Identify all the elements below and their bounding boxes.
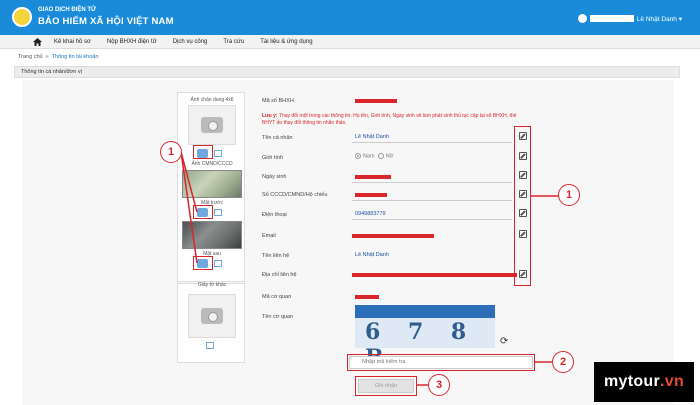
gender-male-label: Nam	[363, 153, 375, 160]
home-icon[interactable]	[30, 35, 44, 49]
photo-column: Ảnh chân dung 4x6 Ảnh CMND/CCCD Mặt trướ…	[177, 92, 245, 282]
user-menu[interactable]: Lê Nhật Danh ▾	[577, 14, 682, 23]
dob-underline	[352, 182, 512, 183]
nav-item-ke-khai[interactable]: Kê khai hồ sơ	[54, 39, 91, 45]
nav-item-tai-lieu[interactable]: Tài liệu & ứng dụng	[260, 39, 312, 45]
info-note: Lưu ý: Thay đổi một trong các thông tin:…	[262, 113, 517, 127]
phone-underline	[352, 219, 512, 220]
contact-name-value: Lê Nhật Danh	[355, 252, 389, 258]
user-avatar-icon	[577, 14, 587, 23]
phone-value: 0949883779	[355, 211, 386, 217]
brand-subtitle: GIAO DỊCH ĐIỆN TỬ	[38, 7, 96, 13]
contact-name-label: Tên liên hệ	[262, 253, 290, 259]
redacted-dob	[355, 175, 391, 179]
breadcrumb: Trang chủ » Thông tin tài khoản	[18, 54, 98, 60]
other-docs-label: Giấy tờ khác	[197, 282, 227, 288]
redacted-id-number	[355, 193, 387, 197]
gender-female-label: Nữ	[385, 153, 394, 160]
other-docs-column: Giấy tờ khác	[177, 282, 245, 363]
gender-female-radio[interactable]	[377, 153, 384, 159]
id-underline	[352, 200, 512, 201]
annotation-box-edit-icons	[514, 126, 531, 286]
id-number-label: Số CCCD/CMND/Hộ chiếu	[262, 192, 328, 198]
captcha-noise-band	[355, 305, 495, 318]
id-front-photo[interactable]	[182, 170, 242, 198]
redacted-agency-code	[355, 295, 379, 299]
nav-item-tra-cuu[interactable]: Tra cứu	[223, 39, 244, 45]
view-front-icon[interactable]	[214, 209, 222, 216]
gender-label: Giới tính	[262, 155, 284, 161]
name-label: Tên cá nhân	[262, 135, 293, 141]
captcha-image: 6 7 8 B	[355, 305, 495, 371]
redacted-email	[352, 234, 434, 238]
annotation-marker-1-left: 1	[160, 141, 182, 163]
annotation-box-portrait-upload	[193, 145, 213, 159]
bhxh-logo-icon	[12, 7, 32, 27]
other-docs-photo[interactable]	[188, 294, 236, 338]
breadcrumb-separator: »	[45, 54, 49, 60]
user-name: Lê Nhật Danh ▾	[636, 15, 682, 23]
nav-item-dich-vu-cong[interactable]: Dịch vụ công	[173, 39, 208, 45]
redacted-user-id	[589, 15, 634, 22]
annotation-box-captcha	[347, 354, 535, 371]
portrait-photo[interactable]	[188, 105, 236, 145]
watermark-tld: .vn	[660, 373, 685, 390]
watermark-text: mytour	[603, 373, 660, 390]
note-prefix: Lưu ý:	[262, 113, 278, 119]
note-text: Thay đổi một trong các thông tin: Họ tên…	[262, 113, 517, 126]
section-title: Thông tin cá nhân/đơn vị	[14, 66, 680, 78]
top-header: GIAO DỊCH ĐIỆN TỬ BẢO HIỂM XÃ HỘI VIỆT N…	[0, 0, 700, 35]
view-back-icon[interactable]	[214, 260, 222, 267]
breadcrumb-home[interactable]: Trang chủ	[18, 54, 43, 60]
portrait-label: Ảnh chân dung 4x6	[190, 97, 234, 103]
nav-item-nop-bhxh[interactable]: Nộp BHXH điện tử	[107, 39, 157, 45]
address-label: Địa chỉ liên hệ	[262, 272, 297, 278]
id-card-label: Ảnh CMND/CCCD	[191, 161, 233, 167]
name-underline	[352, 142, 512, 143]
bhxh-number-label: Mã số BHXH	[262, 98, 294, 104]
redacted-address	[352, 273, 517, 277]
refresh-captcha-icon[interactable]: ⟳	[500, 336, 508, 347]
name-value: Lê Nhật Danh	[355, 134, 389, 140]
dob-label: Ngày sinh	[262, 174, 287, 180]
camera-icon	[201, 117, 223, 133]
annotation-box-submit	[355, 376, 417, 396]
annotation-box-front-upload	[193, 205, 213, 219]
gender-options[interactable]: Nam Nữ	[355, 153, 393, 159]
mytour-watermark: mytour .vn	[594, 362, 694, 402]
email-label: Email	[262, 233, 276, 239]
main-nav: Kê khai hồ sơ Nộp BHXH điện tử Dịch vụ c…	[0, 35, 700, 49]
brand-title: BẢO HIỂM XÃ HỘI VIỆT NAM	[38, 16, 174, 27]
agency-code-label: Mã cơ quan	[262, 294, 292, 300]
annotation-marker-3: 3	[428, 374, 450, 396]
id-back-photo[interactable]	[182, 221, 242, 249]
view-other-docs-icon[interactable]	[206, 342, 214, 349]
view-portrait-icon[interactable]	[214, 150, 222, 157]
agency-name-label: Tên cơ quan	[262, 314, 294, 320]
breadcrumb-current[interactable]: Thông tin tài khoản	[52, 54, 99, 60]
camera-icon	[201, 308, 223, 324]
annotation-box-back-upload	[193, 256, 213, 270]
gender-male-radio[interactable]	[355, 153, 361, 159]
annotation-marker-2: 2	[552, 351, 574, 373]
phone-label: Điện thoại	[262, 212, 287, 218]
annotation-marker-1-right: 1	[558, 184, 580, 206]
redacted-bhxh-number	[355, 99, 397, 103]
